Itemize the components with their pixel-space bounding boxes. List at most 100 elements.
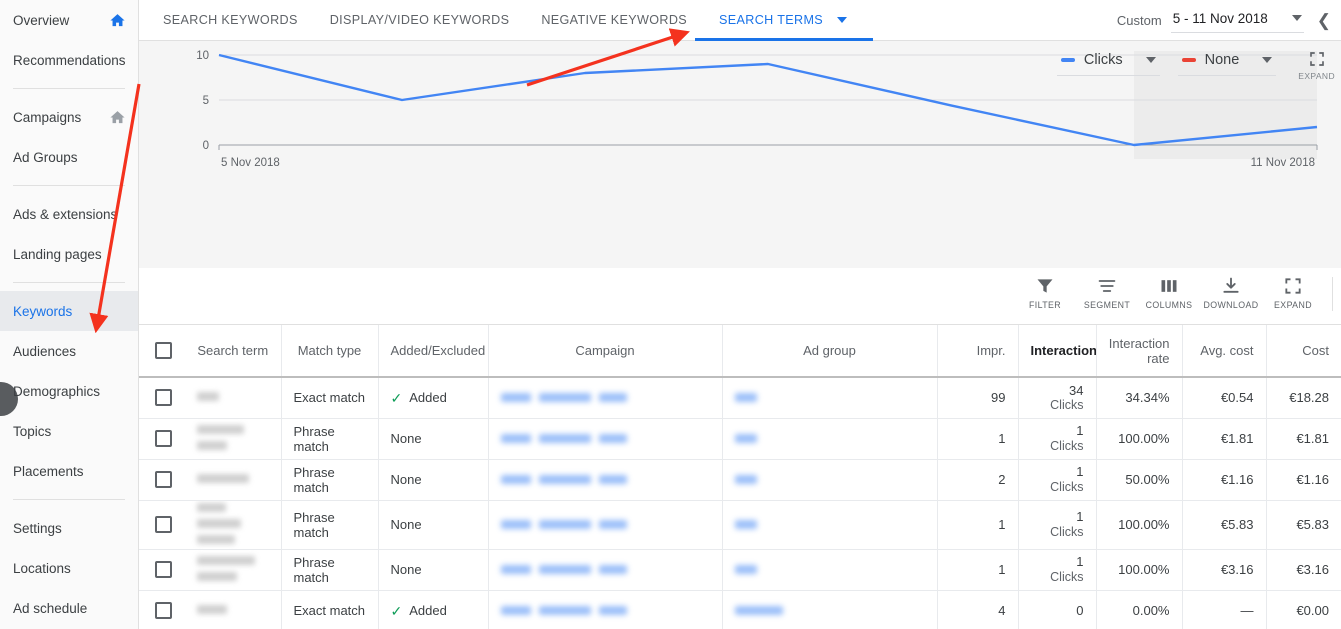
column-header-campaign[interactable]: Campaign — [488, 325, 723, 378]
toolbar-button-label: SEGMENT — [1083, 300, 1131, 310]
date-range-picker[interactable]: Custom 5 - 11 Nov 2018 ❮ — [1117, 0, 1331, 41]
column-header-cost[interactable]: Cost — [1266, 325, 1341, 378]
columns-icon — [1161, 280, 1177, 292]
select-all-checkbox[interactable] — [155, 342, 172, 359]
toolbar-download-button[interactable]: DOWNLOAD — [1200, 273, 1262, 310]
table-row[interactable]: Exact match ✓ Added 4 0 0.00% — €0.00 — [139, 590, 1341, 629]
table-row[interactable]: Phrase match None 1 1 Clicks 100.00% €1.81 €1.8… — [139, 418, 1341, 460]
cell-search-term — [185, 590, 282, 629]
cell-match-type: Phrase match — [281, 459, 379, 501]
sidebar-item-placements[interactable]: Placements — [0, 451, 138, 491]
tab-negative-keywords[interactable]: NEGATIVE KEYWORDS — [539, 0, 689, 41]
tab-display-video-keywords[interactable]: DISPLAY/VIDEO KEYWORDS — [328, 0, 512, 41]
chart-expand-button[interactable]: EXPAND — [1298, 48, 1335, 81]
added-label: Added — [409, 603, 447, 618]
chevron-down-icon[interactable] — [837, 17, 848, 23]
column-header-ad-group[interactable]: Ad group — [722, 325, 938, 378]
column-header-search-term[interactable]: Search term — [185, 325, 282, 378]
cell-ad-group[interactable] — [722, 459, 938, 501]
tab-label: DISPLAY/VIDEO KEYWORDS — [329, 13, 510, 27]
cell-ad-group[interactable] — [722, 549, 938, 591]
sidebar-item-recommendations[interactable]: Recommendations — [0, 40, 138, 80]
metric-selector-secondary[interactable]: None — [1177, 48, 1277, 76]
sidebar-item-ads-extensions[interactable]: Ads & extensions — [0, 194, 138, 234]
cell-campaign[interactable] — [488, 590, 723, 629]
row-select-cell — [139, 418, 185, 460]
row-checkbox[interactable] — [155, 561, 172, 578]
column-header-impr[interactable]: Impr. — [937, 325, 1019, 378]
cell-search-term — [185, 459, 282, 501]
date-range-control[interactable]: 5 - 11 Nov 2018 — [1170, 9, 1304, 33]
cell-avg-cost: €0.54 — [1182, 377, 1267, 419]
cell-ad-group[interactable] — [722, 500, 938, 550]
cell-ad-group[interactable] — [722, 418, 938, 460]
tab-label: SEARCH TERMS — [719, 13, 824, 27]
cell-campaign[interactable] — [488, 377, 723, 419]
tab-label: SEARCH KEYWORDS — [163, 13, 298, 27]
sidebar-item-campaigns[interactable]: Campaigns — [0, 97, 138, 137]
chevron-down-icon[interactable] — [1291, 15, 1302, 21]
cell-ad-group[interactable] — [722, 590, 938, 629]
redacted-link — [538, 393, 591, 403]
interactions-count: 34 — [1069, 382, 1084, 398]
row-checkbox[interactable] — [155, 516, 172, 533]
cell-campaign[interactable] — [488, 459, 723, 501]
row-checkbox[interactable] — [155, 430, 172, 447]
cell-ad-group[interactable] — [722, 377, 938, 419]
sidebar-item-audiences[interactable]: Audiences — [0, 331, 138, 371]
toolbar-filter-button[interactable]: FILTER — [1014, 273, 1076, 310]
sidebar-item-ad-schedule[interactable]: Ad schedule — [0, 588, 138, 628]
sidebar-item-label: Overview — [13, 12, 70, 28]
interactions-count: 1 — [1076, 509, 1084, 525]
sidebar-item-settings[interactable]: Settings — [0, 508, 138, 548]
svg-text:5: 5 — [203, 95, 209, 107]
sidebar-item-landing-pages[interactable]: Landing pages — [0, 234, 138, 274]
sidebar-item-locations[interactable]: Locations — [0, 548, 138, 588]
toolbar-segment-button[interactable]: SEGMENT — [1076, 273, 1138, 310]
redacted-link — [538, 606, 591, 615]
sidebar-item-ad-groups[interactable]: Ad Groups — [0, 137, 138, 177]
chevron-left-icon[interactable]: ❮ — [1317, 12, 1331, 29]
toolbar-expand-button[interactable]: EXPAND — [1262, 273, 1324, 310]
table-row[interactable]: Phrase match None 1 1 Clicks 100.00% €3.16 €3.1… — [139, 549, 1341, 591]
sidebar-item-topics[interactable]: Topics — [0, 411, 138, 451]
metric-selector-primary[interactable]: Clicks — [1056, 48, 1160, 76]
tab-search-terms[interactable]: SEARCH TERMS — [695, 0, 874, 41]
tab-search-keywords[interactable]: SEARCH KEYWORDS — [161, 0, 300, 41]
row-checkbox[interactable] — [155, 389, 172, 407]
search-terms-table-container[interactable]: Search term Match type Added/Excluded Campa… — [139, 325, 1341, 629]
cell-interactions: 0 — [1018, 590, 1097, 629]
chevron-down-icon[interactable] — [1145, 57, 1156, 63]
table-row[interactable]: Phrase match None 1 1 Clicks 100.00% €5.83 €5.8… — [139, 500, 1341, 550]
cell-campaign[interactable] — [488, 549, 723, 591]
sidebar-item-overview[interactable]: Overview — [0, 0, 138, 40]
chevron-down-icon[interactable] — [1262, 57, 1273, 63]
chart-expand-label: EXPAND — [1298, 71, 1335, 81]
row-select-cell — [139, 377, 185, 419]
sidebar-item-label: Audiences — [13, 343, 77, 359]
cell-campaign[interactable] — [488, 500, 723, 550]
column-header-avg-cost[interactable]: Avg. cost — [1182, 325, 1267, 378]
cell-interaction-rate: 100.00% — [1096, 549, 1183, 591]
column-header-interaction-rate[interactable]: Interaction rate — [1096, 325, 1183, 378]
row-checkbox[interactable] — [155, 602, 172, 619]
cell-interactions: 1 Clicks — [1018, 459, 1097, 501]
sidebar-item-keywords[interactable]: Keywords — [0, 291, 138, 331]
cell-search-term — [185, 500, 282, 550]
column-header-added-excluded[interactable]: Added/Excluded — [378, 325, 489, 378]
svg-text:11 Nov 2018: 11 Nov 2018 — [1251, 157, 1315, 169]
table-row[interactable]: Phrase match None 2 1 Clicks 50.00% €1.16 €1.16 — [139, 459, 1341, 501]
column-header-match-type[interactable]: Match type — [281, 325, 379, 378]
redacted-text — [197, 518, 241, 528]
redacted-text — [197, 502, 226, 512]
sidebar-item-demographics[interactable]: Demographics — [0, 371, 138, 411]
cell-campaign[interactable] — [488, 418, 723, 460]
redacted-link — [538, 475, 591, 484]
table-row[interactable]: Exact match ✓ Added 99 34 Clicks 34.34% €0.54 €1… — [139, 377, 1341, 419]
cell-impr: 1 — [937, 549, 1019, 591]
row-checkbox[interactable] — [155, 471, 172, 488]
column-header-interactions[interactable]: Interactions — [1018, 325, 1097, 378]
toolbar-columns-button[interactable]: COLUMNS — [1138, 273, 1200, 310]
tab-bar: SEARCH KEYWORDS DISPLAY/VIDEO KEYWORDS NEG… — [139, 0, 1341, 41]
sidebar-item-label: Demographics — [13, 383, 101, 399]
